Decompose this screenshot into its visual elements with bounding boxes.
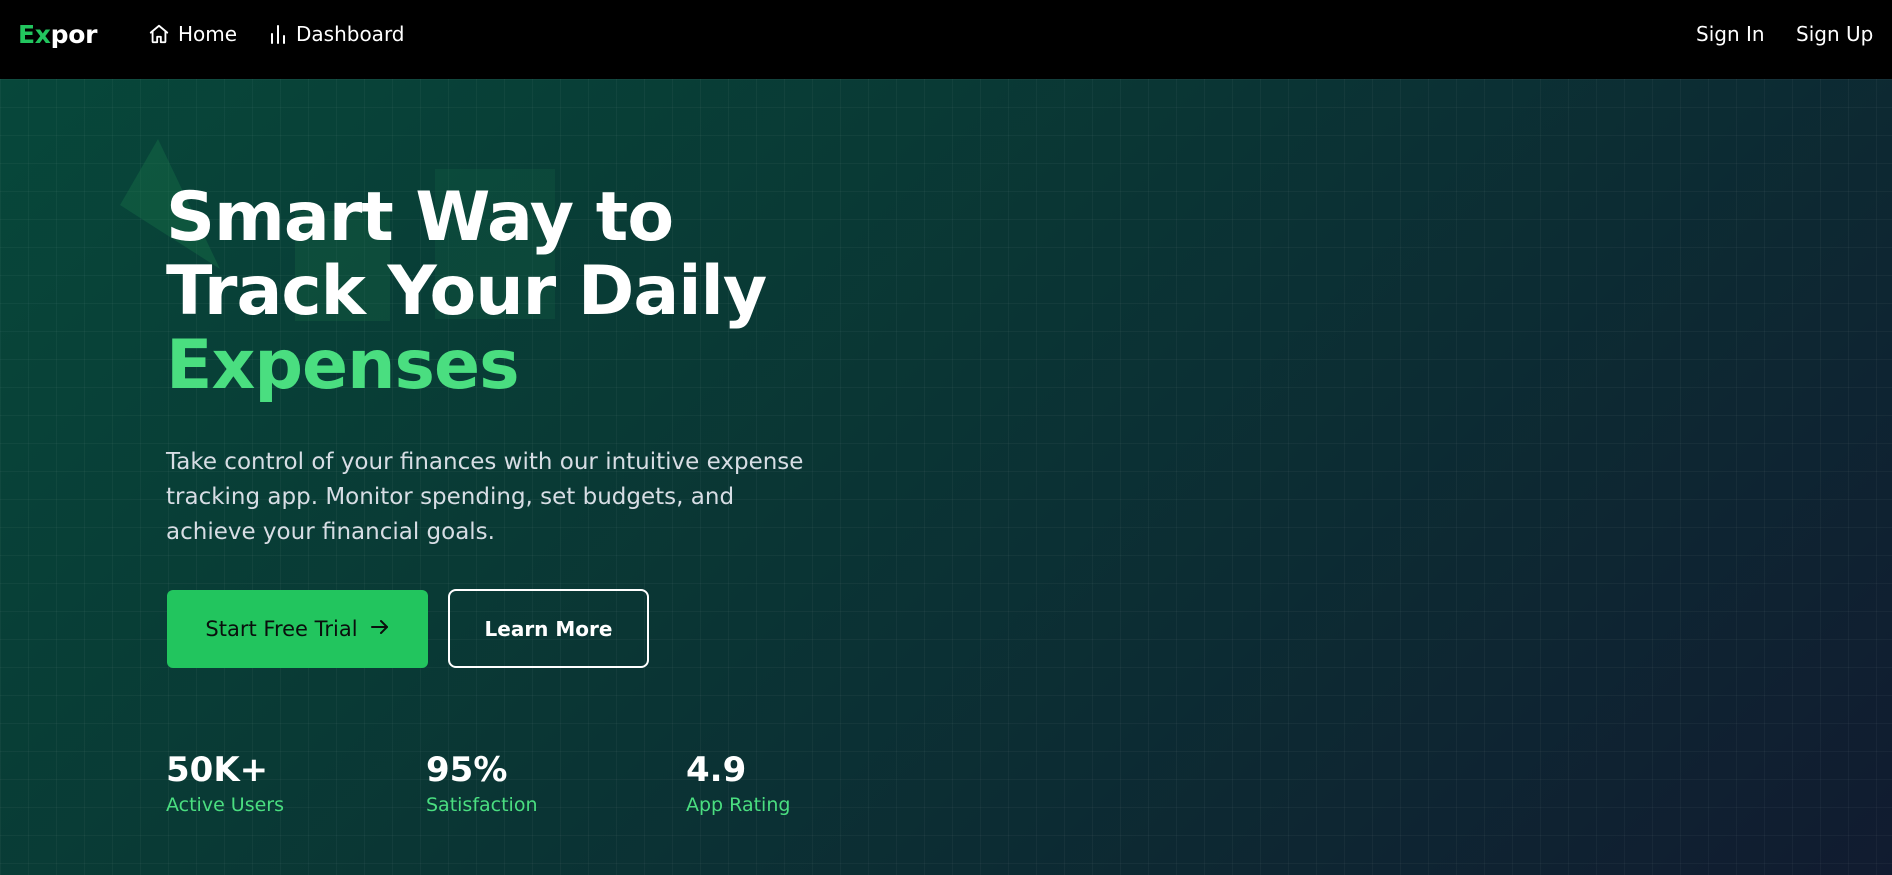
- stat-active-users: 50K+ Active Users: [166, 750, 284, 816]
- bar-chart-icon: [268, 23, 288, 45]
- stat-satisfaction: 95% Satisfaction: [426, 750, 538, 816]
- brand-logo[interactable]: Expor: [18, 20, 97, 49]
- sign-in-label: Sign In: [1696, 22, 1765, 46]
- nav-dashboard-label: Dashboard: [296, 22, 405, 46]
- stat-label: Active Users: [166, 794, 285, 816]
- stat-value: 4.9: [686, 750, 747, 790]
- hero-headline: Smart Way to Track Your Daily Expenses: [166, 178, 767, 405]
- learn-more-button[interactable]: Learn More: [448, 589, 649, 668]
- start-free-trial-label: Start Free Trial: [205, 617, 358, 641]
- nav-dashboard-link[interactable]: Dashboard: [268, 22, 405, 46]
- logo-text: por: [50, 20, 98, 49]
- stat-value: 50K+: [166, 750, 269, 790]
- headline-line-2: Track Your Daily: [166, 252, 767, 331]
- start-free-trial-button[interactable]: Start Free Trial: [167, 590, 428, 668]
- nav-home-link[interactable]: Home: [148, 22, 237, 46]
- sign-up-label: Sign Up: [1796, 22, 1874, 46]
- logo-accent-text: Ex: [18, 20, 51, 49]
- stat-value: 95%: [426, 750, 508, 790]
- arrow-right-icon: [370, 617, 390, 641]
- stat-label: App Rating: [686, 794, 791, 816]
- learn-more-label: Learn More: [484, 616, 613, 641]
- top-navbar: Expor Home Dashboard Sign In Sign Up: [0, 0, 1892, 79]
- sign-in-link[interactable]: Sign In: [1696, 22, 1765, 46]
- headline-line-1: Smart Way to: [166, 178, 674, 257]
- sign-up-link[interactable]: Sign Up: [1796, 22, 1873, 46]
- headline-accent: Expenses: [166, 326, 520, 405]
- hero-section: Smart Way to Track Your Daily Expenses T…: [0, 79, 1892, 875]
- stat-app-rating: 4.9 App Rating: [686, 750, 790, 816]
- home-icon: [148, 23, 170, 45]
- nav-home-label: Home: [178, 22, 238, 46]
- stat-label: Satisfaction: [426, 794, 538, 816]
- hero-description: Take control of your finances with our i…: [166, 449, 804, 545]
